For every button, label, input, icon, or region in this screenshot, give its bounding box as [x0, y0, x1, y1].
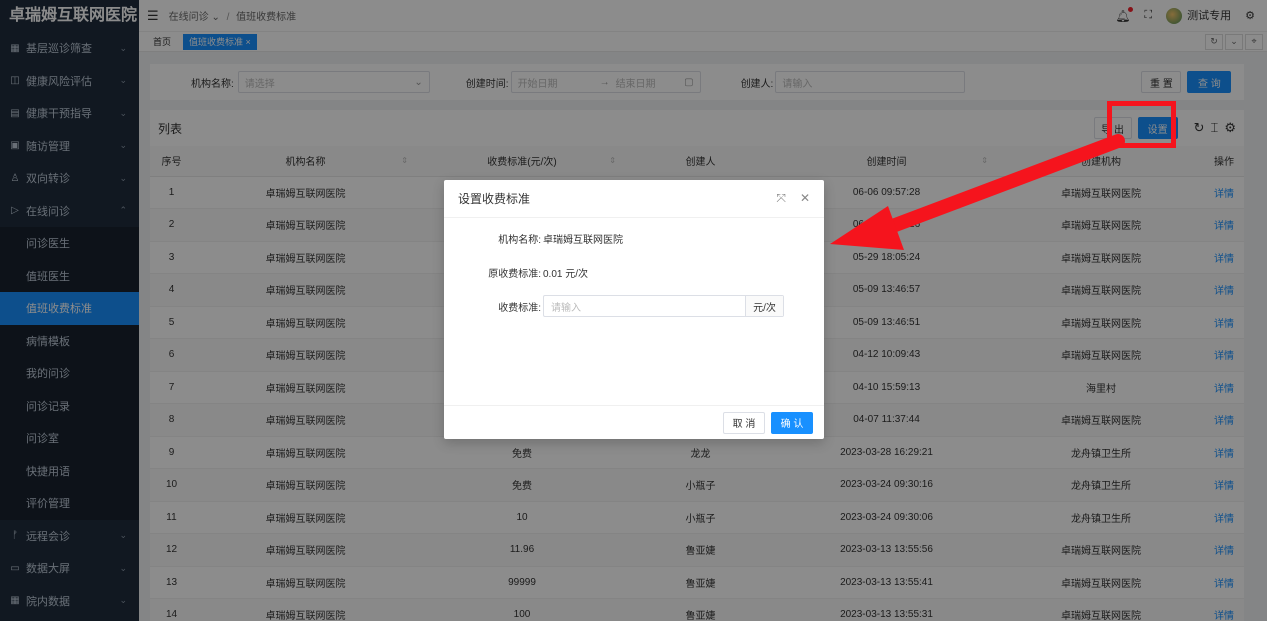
annotation-arrow-icon [830, 134, 1125, 250]
